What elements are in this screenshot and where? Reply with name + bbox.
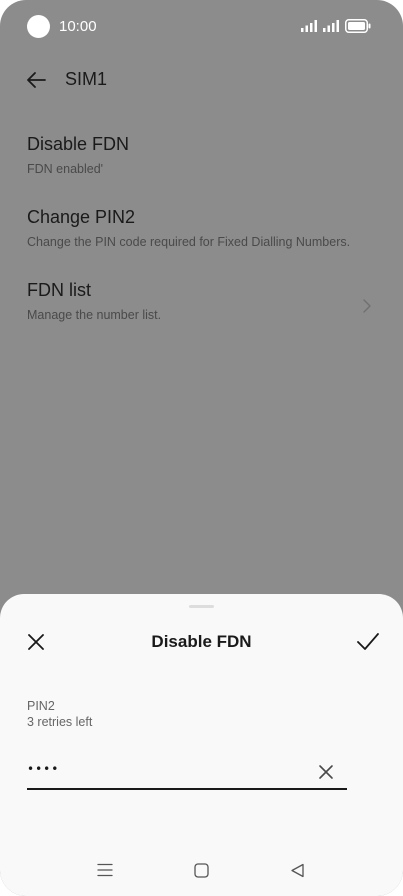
input-underline [27,788,347,790]
disable-fdn-dialog: Disable FDN PIN2 3 retries left [0,594,403,896]
menu-icon[interactable] [97,863,113,877]
chevron-right-icon [363,299,371,313]
page-title: SIM1 [65,69,108,89]
signal-icon [323,20,339,32]
battery-icon [345,19,371,33]
back-triangle-icon[interactable] [290,863,305,878]
clear-icon[interactable] [318,764,334,780]
item-title: FDN list [27,280,91,300]
navigation-bar [0,856,403,886]
camera-cutout [27,15,50,38]
retries-left-text: 3 retries left [27,715,93,729]
dialog-title: Disable FDN [151,632,252,651]
status-bar: 10:00 [0,0,403,54]
item-subtitle: FDN enabled' [27,162,104,176]
item-title: Disable FDN [27,134,130,154]
item-title: Change PIN2 [27,207,136,227]
phone-screen: 10:00 SIM1 Disable FDN FDN enabled' Chan… [0,0,403,896]
settings-item-change-pin2[interactable]: Change PIN2 Change the PIN code required… [0,207,403,273]
item-subtitle: Change the PIN code required for Fixed D… [27,235,351,249]
settings-item-fdn-list[interactable]: FDN list Manage the number list. [0,280,403,346]
checkmark-icon[interactable] [356,631,380,653]
pin2-label: PIN2 [27,699,55,713]
signal-icon [301,20,317,32]
item-subtitle: Manage the number list. [27,308,162,322]
app-bar: SIM1 [0,58,403,102]
sheet-drag-handle[interactable] [189,605,214,608]
pin2-input[interactable] [27,758,307,780]
status-time: 10:00 [59,18,97,35]
settings-item-disable-fdn[interactable]: Disable FDN FDN enabled' [0,134,403,200]
home-square-icon[interactable] [194,863,209,878]
arrow-left-icon[interactable] [24,68,48,92]
